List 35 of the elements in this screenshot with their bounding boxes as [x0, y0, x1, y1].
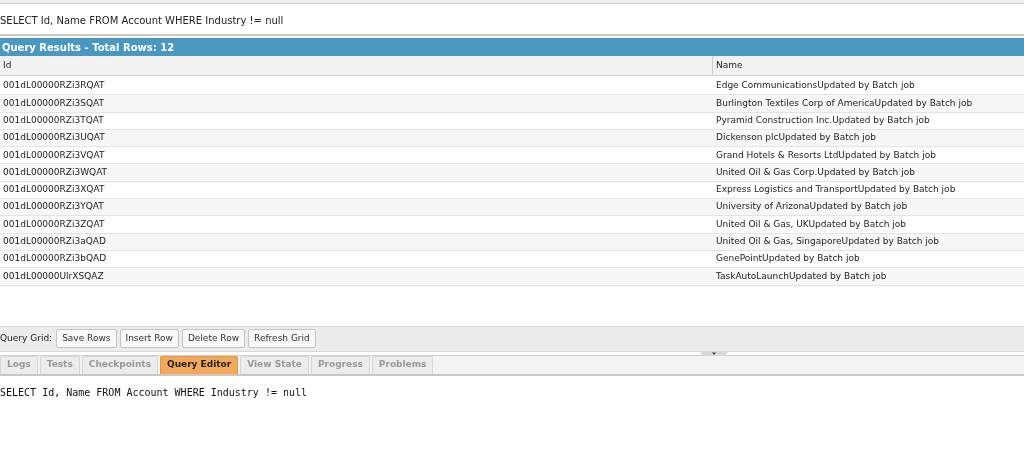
- results-title: Query Results - Total Rows: 12: [2, 40, 175, 55]
- table-cell-text: 001dL00000RZi3TQAT: [2, 114, 105, 127]
- table-cell-text: TaskAutoLaunchUpdated by Batch job: [715, 269, 888, 283]
- table-cell-text: United Oil & Gas Corp.Updated by Batch job: [715, 165, 916, 179]
- table-cell-text: 001dL00000UlrXSQAZ: [2, 269, 105, 283]
- table-cell-text: University of ArizonaUpdated by Batch job: [715, 200, 909, 214]
- table-cell-text: Grand Hotels & Resorts LtdUpdated by Batch job: [715, 148, 937, 162]
- table-cell-text: 001dL00000RZi3XQAT: [2, 183, 106, 197]
- table-cell-text: 001dL00000RZi3ZQAT: [2, 217, 106, 231]
- column-header[interactable]: Id: [0, 56, 713, 75]
- table-cell-text: 001dL00000RZi3SQAT: [2, 96, 105, 110]
- table-cell-text: 001dL00000RZi3YQAT: [2, 200, 105, 214]
- table-cell-text: 001dL00000RZi3RQAT: [2, 79, 106, 93]
- toolbar-button[interactable]: Insert Row: [119, 329, 179, 349]
- table-cell-text: Express Logistics and TransportUpdated by Batch job: [715, 183, 957, 197]
- table-cell-text: Dickenson plcUpdated by Batch job: [715, 131, 877, 145]
- collapse-handle-icon[interactable]: [700, 351, 728, 357]
- table-cell-text: United Oil & Gas, UKUpdated by Batch job: [715, 217, 907, 231]
- table-cell-text: GenePointUpdated by Batch job: [715, 252, 861, 266]
- toolbar-label: Query Grid:: [0, 331, 54, 345]
- code-editor-text[interactable]: SELECT Id, Name FROM Account WHERE Industry != null: [0, 386, 308, 398]
- table-cell-text: Burlington Textiles Corp of AmericaUpdated by Batch job: [715, 96, 974, 110]
- toolbar-button[interactable]: Delete Row: [181, 329, 246, 349]
- table-cell-text: United Oil & Gas, SingaporeUpdated by Batch job: [715, 235, 941, 249]
- table-cell-text: 001dL00000RZi3WQAT: [2, 165, 109, 179]
- toolbar-button[interactable]: Refresh Grid: [248, 329, 316, 349]
- toolbar-button[interactable]: Save Rows: [56, 329, 117, 349]
- table-cell-text: Edge CommunicationsUpdated by Batch job: [715, 79, 916, 93]
- table-cell-text: 001dL00000RZi3VQAT: [2, 148, 106, 162]
- table-cell-text: 001dL00000RZi3UQAT: [2, 131, 106, 145]
- column-header[interactable]: Name: [713, 56, 1024, 75]
- table-cell-text: Pyramid Construction Inc.Updated by Batch job: [715, 114, 931, 127]
- table-cell-text: 001dL00000RZi3bQAD: [2, 252, 108, 266]
- table-cell-text: 001dL00000RZi3aQAD: [2, 235, 107, 249]
- query-text: SELECT Id, Name FROM Account WHERE Industry != null: [0, 15, 284, 26]
